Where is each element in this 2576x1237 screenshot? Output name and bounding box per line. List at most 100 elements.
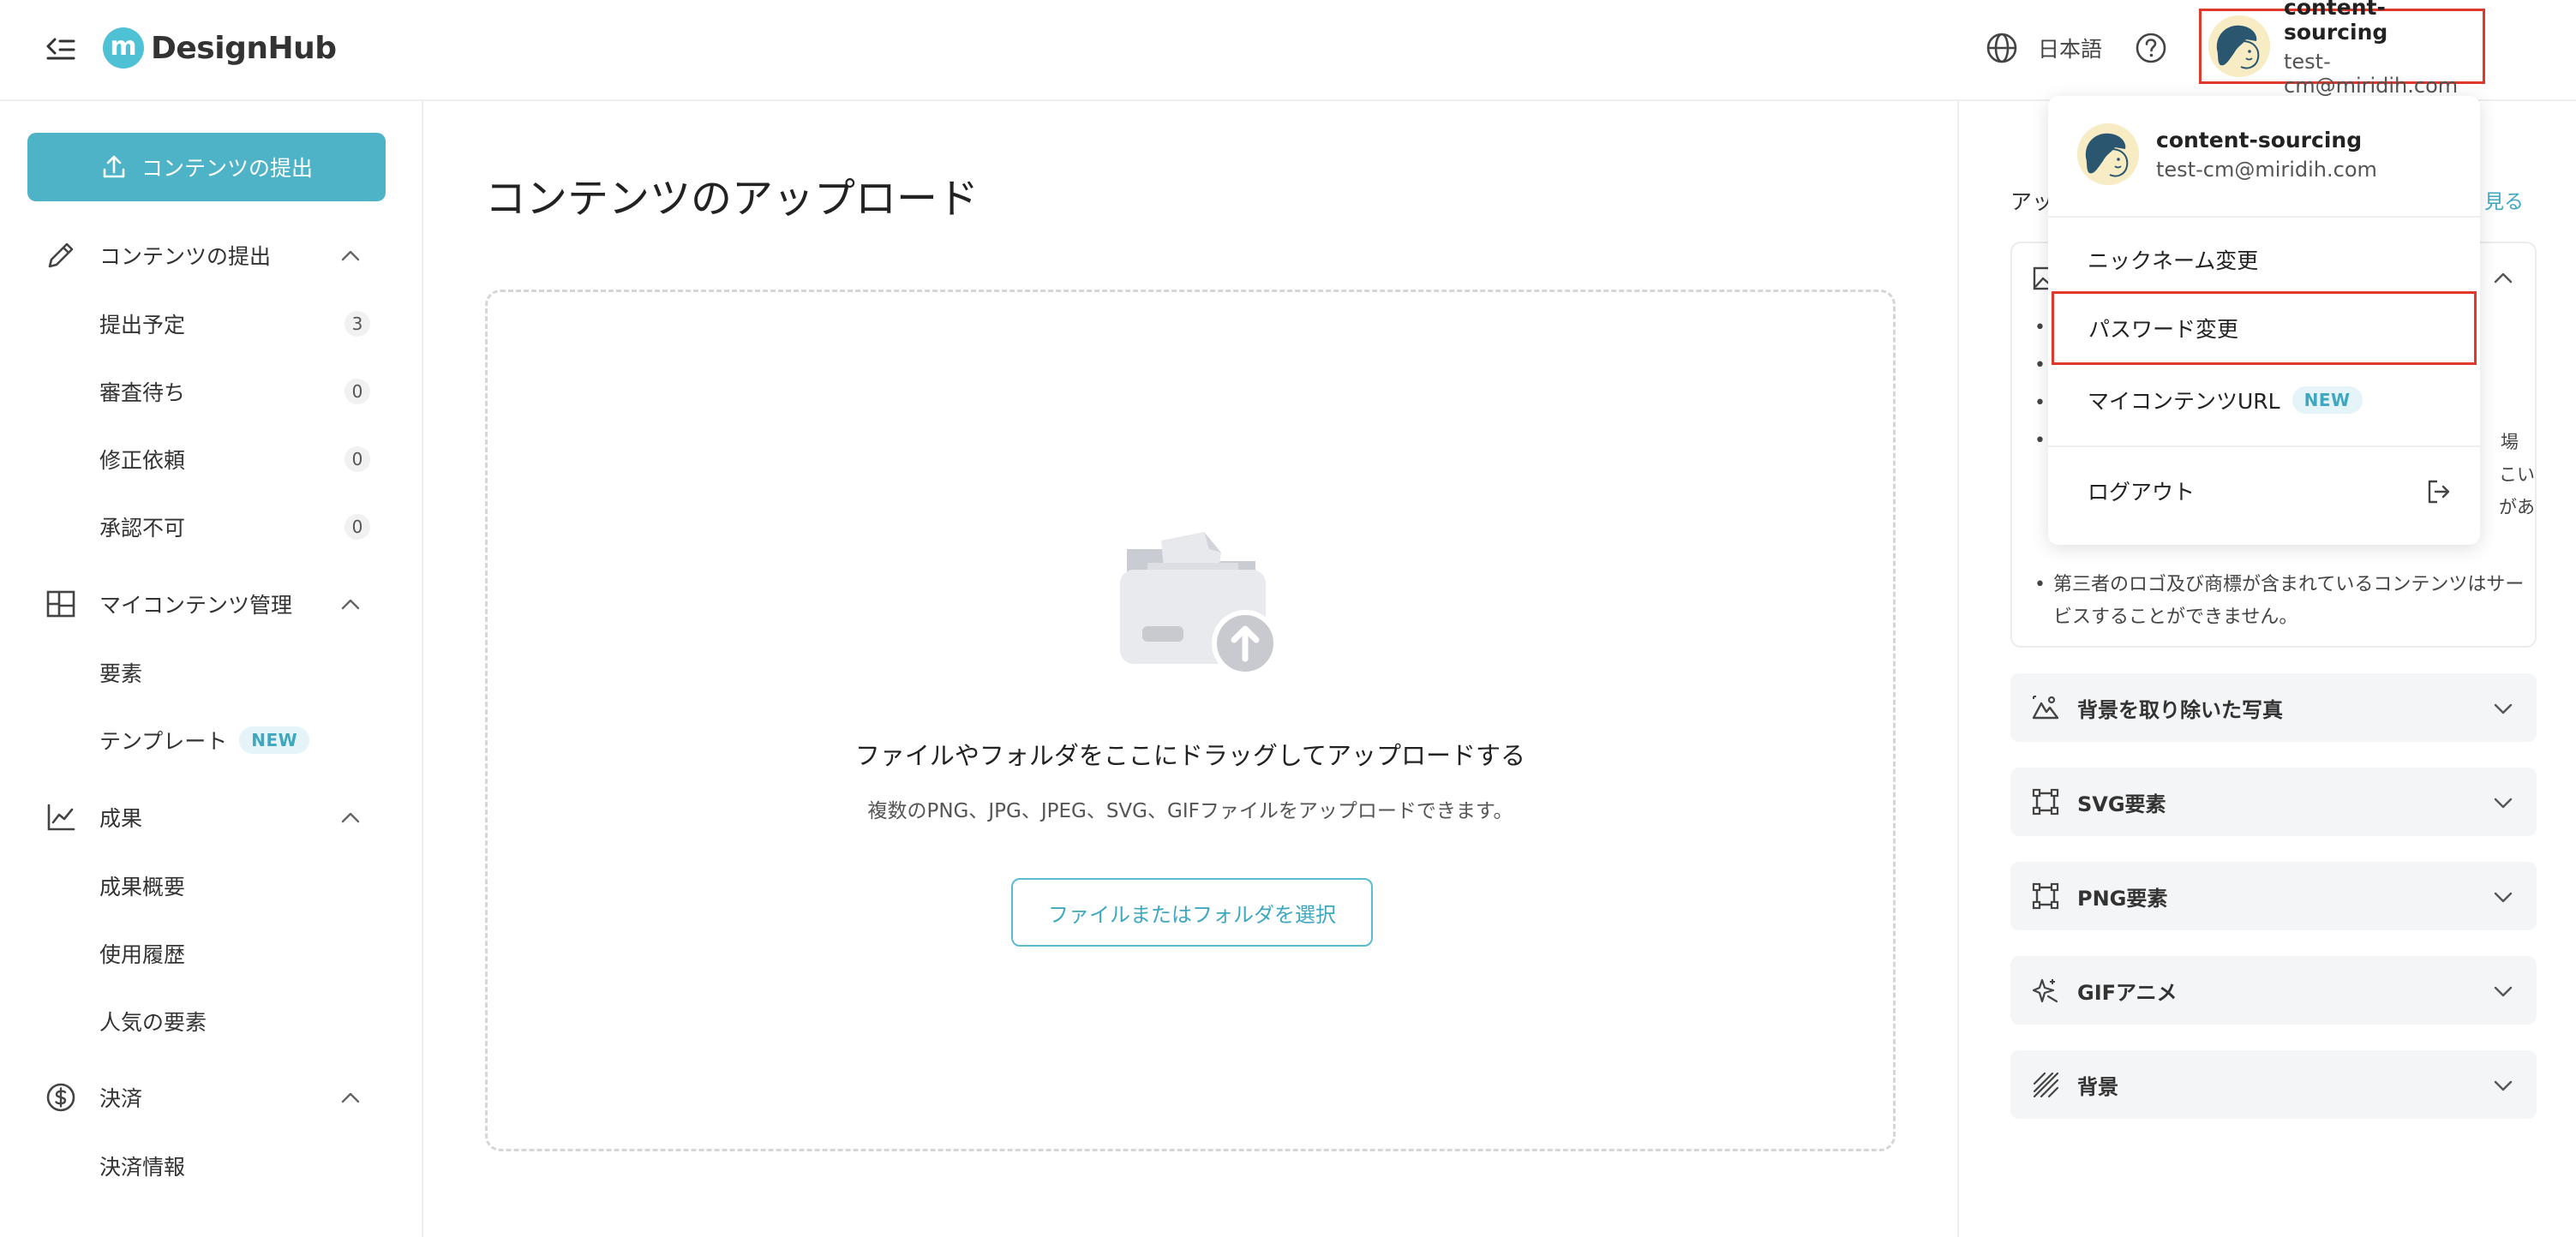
sidebar-section-submission[interactable]: コンテンツの提出 [45,234,379,277]
profile-dropdown-menu: content-sourcing test-cm@miridih.com ニック… [2048,96,2480,545]
sidebar-item-templates[interactable]: テンプレート NEW [99,719,370,762]
guide-text-fragment: 場 [2501,432,2519,452]
category-png-elements[interactable]: PNG要素 [2010,862,2537,930]
category-label: GIFアニメ [2077,980,2178,1005]
dollar-icon [45,1081,77,1114]
logout-icon [2425,478,2453,505]
category-label: 背景を取り除いた写真 [2077,697,2283,722]
page-title: コンテンツのアップロード [485,175,979,223]
category-background[interactable]: 背景 [2010,1050,2537,1119]
vector-frame-icon [2031,881,2060,911]
sidebar-section-results[interactable]: 成果 [45,796,379,839]
sidebar-item-label: 要素 [99,661,143,686]
chevron-up-icon [339,245,362,267]
divider [2048,445,2480,447]
chevron-down-icon [2492,886,2514,908]
language-label: 日本語 [2038,37,2103,62]
avatar [2077,123,2139,185]
menu-item-my-content-url[interactable]: マイコンテンツURL NEW [2053,363,2475,437]
sidebar-item-label: 提出予定 [99,313,186,338]
sidebar-collapse-icon[interactable] [43,33,77,67]
sidebar-item-elements[interactable]: 要素 [99,651,370,694]
sidebar-item-label: 決済情報 [99,1155,186,1180]
sidebar-section-label: 決済 [99,1086,143,1111]
select-files-button[interactable]: ファイルまたはフォルダを選択 [1011,878,1373,947]
pencil-icon [45,239,77,272]
sidebar-item-rejected[interactable]: 承認不可 0 [99,505,370,548]
folder-upload-icon [1110,515,1281,686]
sidebar-section-my-content[interactable]: マイコンテンツ管理 [45,583,379,625]
chevron-up-icon [339,807,362,829]
category-label: 背景 [2077,1074,2118,1099]
sidebar-item-label: テンプレート [99,729,228,754]
category-gif-animation[interactable]: GIFアニメ [2010,956,2537,1025]
new-badge: NEW [239,726,310,754]
logo-mark: m [103,27,144,69]
new-badge: NEW [2291,386,2363,414]
count-badge: 3 [344,311,370,337]
guide-text-fragment: があ [2499,497,2535,517]
chevron-down-icon [2492,792,2514,814]
chevron-up-icon[interactable] [2492,267,2514,290]
mountain-icon [2031,693,2060,722]
sidebar-item-payment-info[interactable]: 決済情報 [99,1144,370,1187]
sidebar: コンテンツの提出 コンテンツの提出 提出予定 3 審査待ち 0 修正依頼 0 承… [0,101,423,1237]
sidebar-item-revision-request[interactable]: 修正依頼 0 [99,438,370,481]
profile-email: test-cm@miridih.com [2284,50,2459,98]
sparkle-icon [2031,976,2060,1005]
category-label: PNG要素 [2077,886,2168,911]
hatch-icon [2031,1070,2060,1099]
guide-text-fragment: こい [2499,464,2535,485]
profile-menu-button[interactable]: content-sourcing test-cm@miridih.com [2199,0,2485,98]
upload-icon [100,153,128,181]
logo-text: DesignHub [151,30,337,66]
chevron-up-icon [339,594,362,616]
sidebar-item-results-overview[interactable]: 成果概要 [99,864,370,907]
app-logo[interactable]: m DesignHub [103,27,337,69]
app-header: m DesignHub 日本語 content-sourcing test-cm… [0,0,2576,101]
menu-item-logout[interactable]: ログアウト [2053,454,2475,528]
avatar [2208,15,2270,77]
count-badge: 0 [344,379,370,404]
sidebar-item-popular-elements[interactable]: 人気の要素 [99,1000,370,1043]
sidebar-section-payment[interactable]: 決済 [45,1076,379,1119]
language-selector[interactable]: 日本語 [1985,31,2102,65]
category-svg-elements[interactable]: SVG要素 [2010,768,2537,836]
submit-content-button[interactable]: コンテンツの提出 [27,133,386,201]
dropdown-profile-name: content-sourcing [2156,127,2363,152]
sidebar-item-label: 修正依頼 [99,448,186,473]
vector-frame-icon [2031,787,2060,816]
sidebar-item-label: 使用履歴 [99,942,186,967]
sidebar-item-usage-history[interactable]: 使用履歴 [99,932,370,975]
dropzone-subtitle: 複数のPNG、JPG、JPEG、SVG、GIFファイルをアップロードできます。 [867,800,1513,822]
submit-content-label: コンテンツの提出 [141,156,313,181]
dropdown-profile-header: content-sourcing test-cm@miridih.com [2077,123,2377,185]
bullet: • [2034,355,2046,376]
sidebar-item-label: 成果概要 [99,875,186,899]
sidebar-item-pending-review[interactable]: 審査待ち 0 [99,370,370,413]
upload-dropzone[interactable]: ファイルやフォルダをここにドラッグしてアップロードする 複数のPNG、JPG、J… [485,290,1896,1151]
menu-item-change-password[interactable]: パスワード変更 [2052,291,2477,365]
menu-item-label: マイコンテンツURL [2088,389,2280,414]
guide-title: アッ [2010,189,2054,214]
bullet: • [2034,392,2046,414]
chevron-down-icon [2492,980,2514,1002]
sidebar-item-label: 承認不可 [99,516,186,541]
help-icon[interactable] [2134,31,2168,65]
chart-icon [45,801,77,834]
chevron-down-icon [2492,697,2514,720]
sidebar-item-label: 審査待ち [99,380,186,405]
bullet: • [2034,430,2046,451]
chevron-down-icon [2492,1074,2514,1097]
menu-item-change-nickname[interactable]: ニックネーム変更 [2053,223,2475,296]
sidebar-section-label: コンテンツの提出 [99,244,272,269]
menu-item-label: ニックネーム変更 [2088,248,2259,273]
sidebar-item-planned[interactable]: 提出予定 3 [99,302,370,345]
category-bg-removed-photo[interactable]: 背景を取り除いた写真 [2010,673,2537,742]
guide-note: 第三者のロゴ及び商標が含まれているコンテンツはサービスすることができません。 [2034,569,2540,634]
chevron-up-icon [339,1087,362,1109]
sidebar-item-label: 人気の要素 [99,1010,207,1035]
divider [2048,216,2480,218]
sidebar-section-label: マイコンテンツ管理 [99,593,293,618]
category-label: SVG要素 [2077,792,2166,816]
